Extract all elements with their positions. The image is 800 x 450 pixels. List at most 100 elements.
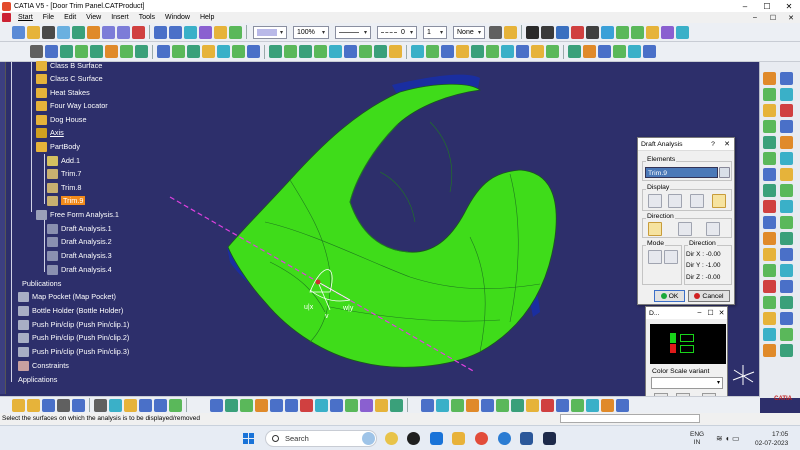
format-painter-icon[interactable] <box>504 25 517 39</box>
widgets-icon[interactable] <box>362 432 375 445</box>
distance-icon[interactable] <box>526 398 539 412</box>
pencil-icon[interactable] <box>489 25 502 39</box>
hole-icon[interactable] <box>329 45 342 58</box>
elements-field[interactable]: Trim.9 <box>645 167 718 178</box>
pause-icon[interactable] <box>586 25 599 39</box>
tree-item-draft-analysis-1[interactable]: Draft Analysis.1 <box>47 222 112 235</box>
tree-item-partbody[interactable]: PartBody <box>36 140 80 153</box>
dialog-close-button[interactable]: ✕ <box>720 140 734 148</box>
open-file-icon[interactable] <box>27 398 40 412</box>
light-source-icon[interactable] <box>712 194 726 208</box>
close-button[interactable]: ✕ <box>778 2 800 11</box>
mirror-icon[interactable] <box>471 45 484 58</box>
3d-compass-icon[interactable] <box>556 398 569 412</box>
on-the-fly-icon[interactable] <box>690 194 704 208</box>
layer-combo[interactable]: None ▾ <box>453 25 485 39</box>
rotate-tool-icon[interactable] <box>763 232 776 245</box>
rib-icon[interactable] <box>344 45 357 58</box>
line-icon[interactable] <box>45 45 58 58</box>
view-front-icon[interactable] <box>169 25 182 39</box>
insert-sketch-icon[interactable] <box>763 72 776 85</box>
draft-icon[interactable] <box>426 45 439 58</box>
near-icon[interactable] <box>763 216 776 229</box>
compass-widget[interactable] <box>728 360 758 390</box>
manipulator-origin[interactable] <box>315 279 321 285</box>
full-mode-icon[interactable] <box>668 194 682 208</box>
menu-file[interactable]: File <box>38 14 59 21</box>
highlight-icon[interactable] <box>763 136 776 149</box>
pocket-icon[interactable] <box>284 45 297 58</box>
hide-show-icon[interactable] <box>214 25 227 39</box>
wifi-speaker-battery-icons[interactable]: ≋ ◖ ▭ <box>716 434 740 443</box>
point-icon[interactable] <box>30 45 43 58</box>
compass-direction-icon[interactable] <box>648 222 662 236</box>
paste-icon[interactable] <box>124 398 137 412</box>
tree-item-push-pin-1[interactable]: Push Pin/clip (Push Pin/clip.1) <box>18 318 129 331</box>
geometry-icon[interactable] <box>601 398 614 412</box>
measure-tool-icon[interactable] <box>466 398 479 412</box>
cutting-plane-icon[interactable] <box>780 136 793 149</box>
surface-tool-icon[interactable] <box>496 398 509 412</box>
scale-green-swatch[interactable] <box>670 333 676 343</box>
tree-item-constraints[interactable]: Constraints <box>18 359 69 372</box>
maximize-button[interactable]: ☐ <box>756 2 778 11</box>
menu-window[interactable]: Window <box>160 14 195 21</box>
specification-icon[interactable] <box>586 398 599 412</box>
tree-item-push-pin-2[interactable]: Push Pin/clip (Push Pin/clip.2) <box>18 331 129 344</box>
3d-viewport[interactable]: u|x v w|y <box>150 62 650 392</box>
doc-close-button[interactable]: ✕ <box>782 14 800 22</box>
direction-up-icon[interactable] <box>678 222 692 236</box>
pan-view-icon[interactable] <box>240 398 253 412</box>
offset-icon[interactable] <box>763 152 776 165</box>
doc-restore-button[interactable]: ☐ <box>764 14 782 22</box>
tree-item-trim-7[interactable]: Trim.7 <box>47 167 81 180</box>
plane-icon[interactable] <box>60 45 73 58</box>
hide-icon[interactable] <box>360 398 373 412</box>
fill-icon[interactable] <box>135 45 148 58</box>
menu-view[interactable]: View <box>81 14 106 21</box>
print-icon[interactable] <box>57 398 70 412</box>
mode-scale-icon[interactable] <box>664 250 678 264</box>
axis-to-axis-icon[interactable] <box>780 248 793 261</box>
extrapolate-icon[interactable] <box>780 200 793 213</box>
invert-icon[interactable] <box>780 216 793 229</box>
normal-view-icon[interactable] <box>132 25 145 39</box>
tree-item-free-form-analysis[interactable]: Free Form Analysis.1 <box>36 208 119 221</box>
extrude-icon[interactable] <box>90 45 103 58</box>
tree-item-trim-8[interactable]: Trim.8 <box>47 181 81 194</box>
command-input[interactable] <box>560 414 700 423</box>
color-scale-variant-select[interactable]: ▾ <box>651 377 723 389</box>
slot-icon[interactable] <box>359 45 372 58</box>
spline-icon[interactable] <box>628 45 641 58</box>
color-combo[interactable]: ▾ <box>253 25 287 39</box>
porcupine-icon[interactable] <box>780 104 793 117</box>
tree-item-draft-analysis-3[interactable]: Draft Analysis.3 <box>47 249 112 262</box>
color-dialog-close[interactable]: ✕ <box>716 309 727 317</box>
translate-icon[interactable] <box>247 45 260 58</box>
fillet-icon[interactable] <box>232 45 245 58</box>
layer-number-combo[interactable]: 1 ▾ <box>423 25 447 39</box>
copy-to-icon[interactable] <box>421 398 434 412</box>
fit-all-icon[interactable] <box>57 25 70 39</box>
save-icon[interactable] <box>42 398 55 412</box>
swap-space-icon[interactable] <box>229 25 242 39</box>
tree-item-add-1[interactable]: Add.1 <box>47 154 80 167</box>
multi-view-icon[interactable] <box>315 398 328 412</box>
taskbar-clock[interactable]: 17:05 02-07-2023 <box>755 430 788 448</box>
update-icon[interactable] <box>571 25 584 39</box>
line-thickness-combo[interactable]: ▾ <box>335 25 371 39</box>
knowledge-icon[interactable] <box>661 25 674 39</box>
scale-value-red[interactable] <box>680 345 694 353</box>
workbench-icon[interactable] <box>12 25 25 39</box>
curve-analysis-icon[interactable] <box>780 88 793 101</box>
new-file-icon[interactable] <box>12 398 25 412</box>
multi-section-icon[interactable] <box>780 168 793 181</box>
zoom-out-icon[interactable] <box>117 25 130 39</box>
capture-icon[interactable] <box>616 398 629 412</box>
user-feature-icon[interactable] <box>780 344 793 357</box>
revolve-icon[interactable] <box>105 45 118 58</box>
color-dialog-maximize[interactable]: ☐ <box>705 309 716 317</box>
shading-icon[interactable] <box>184 25 197 39</box>
cut-icon[interactable] <box>94 398 107 412</box>
lock-direction-icon[interactable] <box>706 222 720 236</box>
